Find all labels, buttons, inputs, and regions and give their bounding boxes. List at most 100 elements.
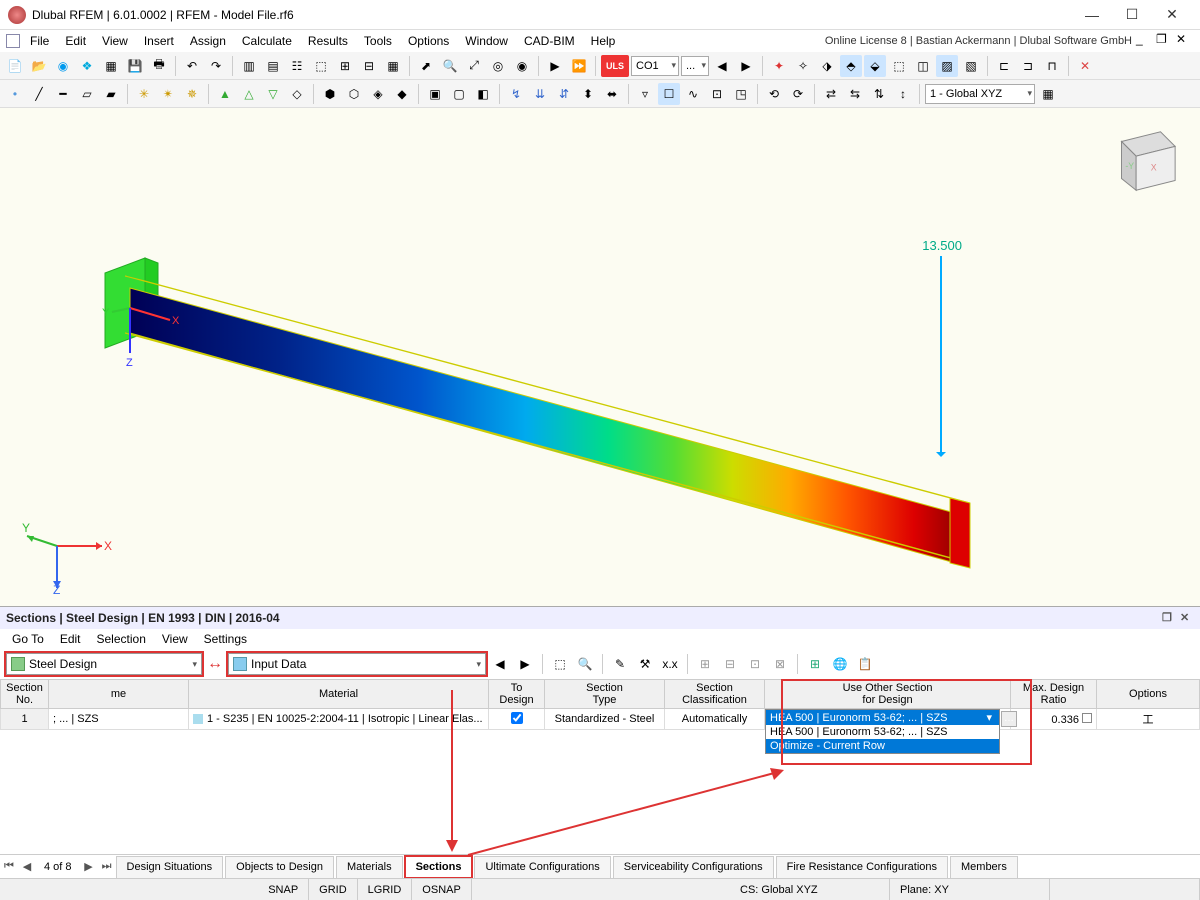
- col-options[interactable]: Options: [1097, 680, 1200, 709]
- tb-a[interactable]: ▥: [238, 55, 260, 77]
- t2-d[interactable]: ▲: [214, 83, 236, 105]
- filter-icon[interactable]: ▿: [634, 83, 656, 105]
- t2-a[interactable]: ✳: [133, 83, 155, 105]
- col-secclass[interactable]: Section Classification: [665, 680, 765, 709]
- surf-icon[interactable]: ▱: [76, 83, 98, 105]
- mdi-max-button[interactable]: ❐: [1156, 32, 1176, 50]
- panel-row-c[interactable]: ⊡: [744, 653, 766, 675]
- res-c[interactable]: ⬗: [816, 55, 838, 77]
- panel-row-a[interactable]: ⊞: [694, 653, 716, 675]
- panel-excel-icon[interactable]: ⊞: [804, 653, 826, 675]
- res-a[interactable]: ✦: [768, 55, 790, 77]
- col-useother[interactable]: Use Other Section for Design: [765, 680, 1011, 709]
- loadcase-combo[interactable]: CO1: [631, 56, 679, 76]
- panel-float-icon[interactable]: ❐: [1162, 611, 1176, 625]
- design-checkbox[interactable]: [511, 712, 523, 724]
- panel-select-icon[interactable]: ⬚: [549, 653, 571, 675]
- undo-icon[interactable]: ↶: [181, 55, 203, 77]
- tb-d[interactable]: ⬚: [310, 55, 332, 77]
- t2-u[interactable]: ☐: [658, 83, 680, 105]
- node-icon[interactable]: •: [4, 83, 26, 105]
- res-l[interactable]: ⊓: [1041, 55, 1063, 77]
- uls-button[interactable]: ULS: [601, 55, 629, 77]
- menu-cadbim[interactable]: CAD-BIM: [516, 32, 583, 50]
- print-icon[interactable]: 🖶: [148, 55, 170, 77]
- open-icon[interactable]: 📂: [28, 55, 50, 77]
- cell-name[interactable]: ; ... | SZS: [49, 709, 189, 730]
- data-dropdown[interactable]: Input Data ▾: [228, 653, 486, 675]
- col-ratio[interactable]: Max. Design Ratio: [1011, 680, 1097, 709]
- res-d[interactable]: ⬘: [840, 55, 862, 77]
- minimize-button[interactable]: —: [1072, 1, 1112, 29]
- sync-icon[interactable]: ◉: [52, 55, 74, 77]
- t2-ab[interactable]: ⇆: [844, 83, 866, 105]
- zoom-icon[interactable]: 🔍: [439, 55, 461, 77]
- t2-r[interactable]: ⬍: [577, 83, 599, 105]
- t2-i[interactable]: ⬡: [343, 83, 365, 105]
- t2-h[interactable]: ⬢: [319, 83, 341, 105]
- new-icon[interactable]: 📄: [4, 55, 26, 77]
- res-j[interactable]: ⊏: [993, 55, 1015, 77]
- maximize-button[interactable]: ☐: [1112, 1, 1152, 29]
- panel-menu-settings[interactable]: Settings: [196, 631, 255, 647]
- dropdown-option-1[interactable]: HEA 500 | Euronorm 53-62; ... | SZS: [766, 725, 999, 739]
- view2-icon[interactable]: ◉: [511, 55, 533, 77]
- panel-export-icon[interactable]: 🌐: [829, 653, 851, 675]
- cell-secclass[interactable]: Automatically: [665, 709, 765, 730]
- t2-j[interactable]: ◈: [367, 83, 389, 105]
- res-h[interactable]: ▨: [936, 55, 958, 77]
- cell-sectype[interactable]: Standardized - Steel: [545, 709, 665, 730]
- menu-window[interactable]: Window: [457, 32, 516, 50]
- col-name[interactable]: me: [49, 680, 189, 709]
- cell-options[interactable]: 工: [1097, 709, 1200, 730]
- menu-results[interactable]: Results: [300, 32, 356, 50]
- calc-icon[interactable]: ▶: [544, 55, 566, 77]
- solid-icon[interactable]: ▰: [100, 83, 122, 105]
- tab-design-situations[interactable]: Design Situations: [116, 856, 224, 878]
- t2-end[interactable]: ▦: [1037, 83, 1059, 105]
- res-f[interactable]: ⬚: [888, 55, 910, 77]
- tab-serviceability[interactable]: Serviceability Configurations: [613, 856, 774, 878]
- panel-edit-icon[interactable]: ✎: [609, 653, 631, 675]
- res-i[interactable]: ▧: [960, 55, 982, 77]
- panel-menu-edit[interactable]: Edit: [52, 631, 89, 647]
- tab-members[interactable]: Members: [950, 856, 1018, 878]
- prev-page-button[interactable]: ◀: [18, 857, 36, 877]
- res-e[interactable]: ⬙: [864, 55, 886, 77]
- t2-b[interactable]: ✴: [157, 83, 179, 105]
- tb-e[interactable]: ⊞: [334, 55, 356, 77]
- dropdown-selected[interactable]: ▾ …: [766, 710, 999, 725]
- cell-material[interactable]: 1 - S235 | EN 10025-2:2004-11 | Isotropi…: [189, 709, 489, 730]
- menu-calculate[interactable]: Calculate: [234, 32, 300, 50]
- panel-prev-icon[interactable]: ◀: [489, 653, 511, 675]
- last-page-button[interactable]: ⏭: [98, 857, 116, 877]
- redo-icon[interactable]: ↷: [205, 55, 227, 77]
- t2-f[interactable]: ▽: [262, 83, 284, 105]
- viewport-3d[interactable]: X Y Z 13.500 X -Y X Y Z Z: [0, 108, 1200, 606]
- status-osnap[interactable]: OSNAP: [412, 879, 472, 900]
- tab-objects[interactable]: Objects to Design: [225, 856, 334, 878]
- t2-c[interactable]: ✵: [181, 83, 203, 105]
- menu-tools[interactable]: Tools: [356, 32, 400, 50]
- cell-useother[interactable]: ▾ … HEA 500 | Euronorm 53-62; ... | SZS …: [765, 709, 1011, 730]
- cell-no[interactable]: 1: [1, 709, 49, 730]
- next-page-button[interactable]: ▶: [80, 857, 98, 877]
- panel-menu-selection[interactable]: Selection: [89, 631, 154, 647]
- tab-ultimate[interactable]: Ultimate Configurations: [474, 856, 610, 878]
- t2-ac[interactable]: ⇅: [868, 83, 890, 105]
- doc-icon[interactable]: [6, 34, 20, 48]
- menu-help[interactable]: Help: [583, 32, 624, 50]
- menu-assign[interactable]: Assign: [182, 32, 234, 50]
- i-section-icon[interactable]: 工: [1143, 714, 1154, 726]
- close-button[interactable]: ✕: [1152, 1, 1192, 29]
- panel-menu-view[interactable]: View: [154, 631, 196, 647]
- dropdown-option-optimize[interactable]: Optimize - Current Row: [766, 739, 999, 753]
- first-page-button[interactable]: ⏮: [0, 857, 18, 877]
- line-icon[interactable]: ╱: [28, 83, 50, 105]
- status-lgrid[interactable]: LGRID: [358, 879, 413, 900]
- t2-y[interactable]: ⟲: [763, 83, 785, 105]
- tb-c[interactable]: ☷: [286, 55, 308, 77]
- mdi-min-button[interactable]: _: [1136, 32, 1156, 50]
- t2-e[interactable]: △: [238, 83, 260, 105]
- menu-insert[interactable]: Insert: [136, 32, 182, 50]
